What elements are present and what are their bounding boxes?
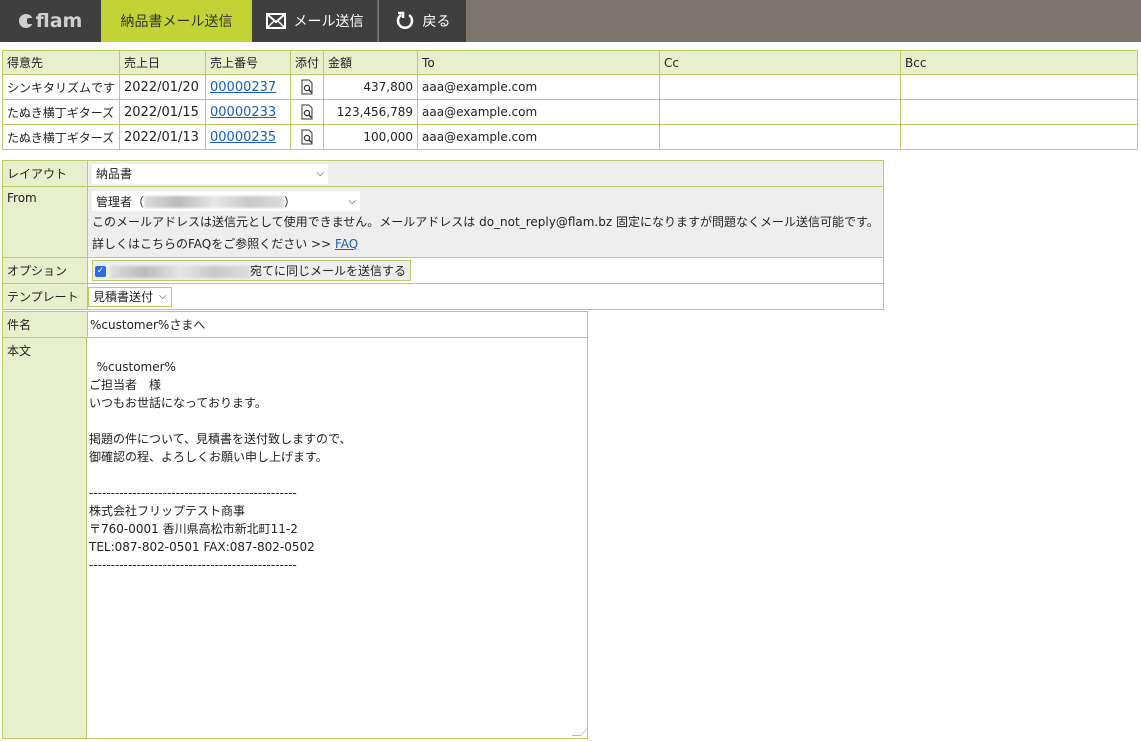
from-select[interactable]: 管理者（ ） ⌵ bbox=[92, 191, 360, 211]
body-textarea[interactable]: %customer% ご担当者 様 いつもお世話になっております。 掲題の件につ… bbox=[86, 337, 588, 739]
table-row: シンキタリズムです 2022/01/20 00000237 437,800 aa… bbox=[1, 74, 1138, 100]
layout-select[interactable]: 納品書 ⌵ bbox=[92, 163, 328, 184]
col-date: 売上日 bbox=[119, 50, 207, 75]
from-select-value: 管理者（ ） bbox=[96, 193, 296, 210]
to-cell[interactable]: aaa@example.com bbox=[417, 74, 661, 100]
flam-logo-icon bbox=[18, 14, 35, 28]
bcc-cell[interactable] bbox=[900, 124, 1138, 150]
envelope-icon bbox=[265, 13, 286, 29]
from-label: From bbox=[2, 186, 88, 258]
resize-handle-icon[interactable] bbox=[571, 727, 587, 736]
layout-label: レイアウト bbox=[2, 160, 88, 187]
table-row: たぬき横丁ギターズ 2022/01/13 00000235 100,000 aa… bbox=[1, 124, 1138, 150]
flam-logo[interactable]: flam bbox=[0, 0, 101, 42]
option-checkbox[interactable]: ✓ bbox=[95, 266, 106, 277]
layout-row: レイアウト 納品書 ⌵ bbox=[2, 160, 884, 187]
attach-cell bbox=[290, 99, 325, 125]
tab-delivery-mail-label: 納品書メール送信 bbox=[120, 14, 233, 30]
option-text: 宛てに同じメールを送信する bbox=[250, 264, 407, 278]
chevron-down-icon: ⌵ bbox=[316, 168, 324, 179]
back-arrow-icon bbox=[396, 11, 413, 29]
template-row: テンプレート 見積書送付 ⌵ bbox=[2, 283, 884, 310]
preview-document-icon[interactable] bbox=[299, 129, 315, 145]
body-label: 本文 bbox=[2, 337, 87, 739]
invoice-list-table: 得意先 売上日 売上番号 添付 金額 To Cc Bcc シンキタリズムです 2… bbox=[1, 50, 1138, 150]
date-cell: 2022/01/13 bbox=[119, 124, 207, 150]
send-mail-label: メール送信 bbox=[293, 14, 364, 30]
amount-cell: 100,000 bbox=[323, 124, 419, 150]
mail-settings-form: レイアウト 納品書 ⌵ From 管理者（ ） ⌵ このメールアドレスは送信元とし… bbox=[2, 160, 884, 310]
cc-cell[interactable] bbox=[659, 124, 902, 150]
sales-number-link[interactable]: 00000233 bbox=[210, 105, 276, 120]
preview-document-icon[interactable] bbox=[299, 104, 315, 120]
sales-number-link[interactable]: 00000235 bbox=[210, 130, 276, 145]
chevron-down-icon: ⌵ bbox=[348, 195, 356, 207]
customer-cell: たぬき横丁ギターズ bbox=[1, 124, 121, 150]
option-label: オプション bbox=[2, 257, 88, 284]
col-cc: Cc bbox=[659, 50, 902, 75]
back-button[interactable]: 戻る bbox=[379, 0, 466, 42]
template-cell: 見積書送付 ⌵ bbox=[87, 283, 884, 310]
number-cell: 00000233 bbox=[205, 99, 292, 125]
col-to: To bbox=[417, 50, 661, 75]
number-cell: 00000235 bbox=[205, 124, 292, 150]
logo-text: flam bbox=[35, 10, 83, 32]
template-label: テンプレート bbox=[2, 283, 88, 310]
chevron-down-icon: ⌵ bbox=[159, 291, 167, 302]
col-attach: 添付 bbox=[290, 50, 325, 75]
col-bcc: Bcc bbox=[900, 50, 1138, 75]
table-row: たぬき横丁ギターズ 2022/01/15 00000233 123,456,78… bbox=[1, 99, 1138, 125]
from-suffix: ） bbox=[284, 194, 297, 209]
from-prefix: 管理者（ bbox=[96, 194, 145, 209]
template-select[interactable]: 見積書送付 ⌵ bbox=[88, 286, 172, 307]
customer-cell: シンキタリズムです bbox=[1, 74, 121, 100]
redacted-email bbox=[144, 196, 285, 208]
subject-row: 件名 %customer%さまへ bbox=[2, 311, 588, 338]
layout-select-value: 納品書 bbox=[96, 167, 133, 181]
template-select-value: 見積書送付 bbox=[93, 290, 154, 304]
subject-input[interactable]: %customer%さまへ bbox=[87, 311, 588, 338]
back-label: 戻る bbox=[422, 14, 451, 30]
date-cell: 2022/01/15 bbox=[119, 99, 207, 125]
col-amount: 金額 bbox=[323, 50, 419, 75]
bcc-cell[interactable] bbox=[900, 74, 1138, 100]
col-number: 売上番号 bbox=[205, 50, 292, 75]
attach-cell bbox=[290, 74, 325, 100]
col-customer: 得意先 bbox=[1, 50, 121, 75]
from-note: このメールアドレスは送信元として使用できません。メールアドレスは do_not_… bbox=[92, 215, 879, 229]
sales-number-link[interactable]: 00000237 bbox=[210, 80, 276, 95]
body-text: %customer% ご担当者 様 いつもお世話になっております。 掲題の件につ… bbox=[89, 360, 352, 572]
to-cell[interactable]: aaa@example.com bbox=[417, 99, 661, 125]
table-header-row: 得意先 売上日 売上番号 添付 金額 To Cc Bcc bbox=[1, 50, 1138, 75]
number-cell: 00000237 bbox=[205, 74, 292, 100]
top-bar: flam 納品書メール送信 メール送信 戻る bbox=[0, 0, 1141, 42]
from-cell: 管理者（ ） ⌵ このメールアドレスは送信元として使用できません。メールアドレスは… bbox=[87, 186, 884, 258]
cc-cell[interactable] bbox=[659, 99, 902, 125]
option-box: ✓ 宛てに同じメールを送信する bbox=[92, 260, 412, 281]
cc-cell[interactable] bbox=[659, 74, 902, 100]
amount-cell: 123,456,789 bbox=[323, 99, 419, 125]
date-cell: 2022/01/20 bbox=[119, 74, 207, 100]
option-cell: ✓ 宛てに同じメールを送信する bbox=[87, 257, 884, 284]
customer-cell: たぬき横丁ギターズ bbox=[1, 99, 121, 125]
faq-link[interactable]: FAQ bbox=[335, 237, 358, 251]
tab-delivery-mail[interactable]: 納品書メール送信 bbox=[101, 0, 252, 42]
from-row: From 管理者（ ） ⌵ このメールアドレスは送信元として使用できません。メール… bbox=[2, 186, 884, 258]
send-mail-button[interactable]: メール送信 bbox=[252, 0, 378, 42]
amount-cell: 437,800 bbox=[323, 74, 419, 100]
preview-document-icon[interactable] bbox=[299, 79, 315, 95]
option-row: オプション ✓ 宛てに同じメールを送信する bbox=[2, 257, 884, 284]
bcc-cell[interactable] bbox=[900, 99, 1138, 125]
layout-cell: 納品書 ⌵ bbox=[87, 160, 884, 187]
redacted-recipient bbox=[110, 265, 250, 278]
to-cell[interactable]: aaa@example.com bbox=[417, 124, 661, 150]
attach-cell bbox=[290, 124, 325, 150]
faq-note: 詳しくはこちらのFAQをご参照ください >> FAQ bbox=[92, 233, 879, 255]
faq-text: 詳しくはこちらのFAQをご参照ください >> bbox=[92, 237, 335, 251]
subject-label: 件名 bbox=[2, 311, 88, 338]
